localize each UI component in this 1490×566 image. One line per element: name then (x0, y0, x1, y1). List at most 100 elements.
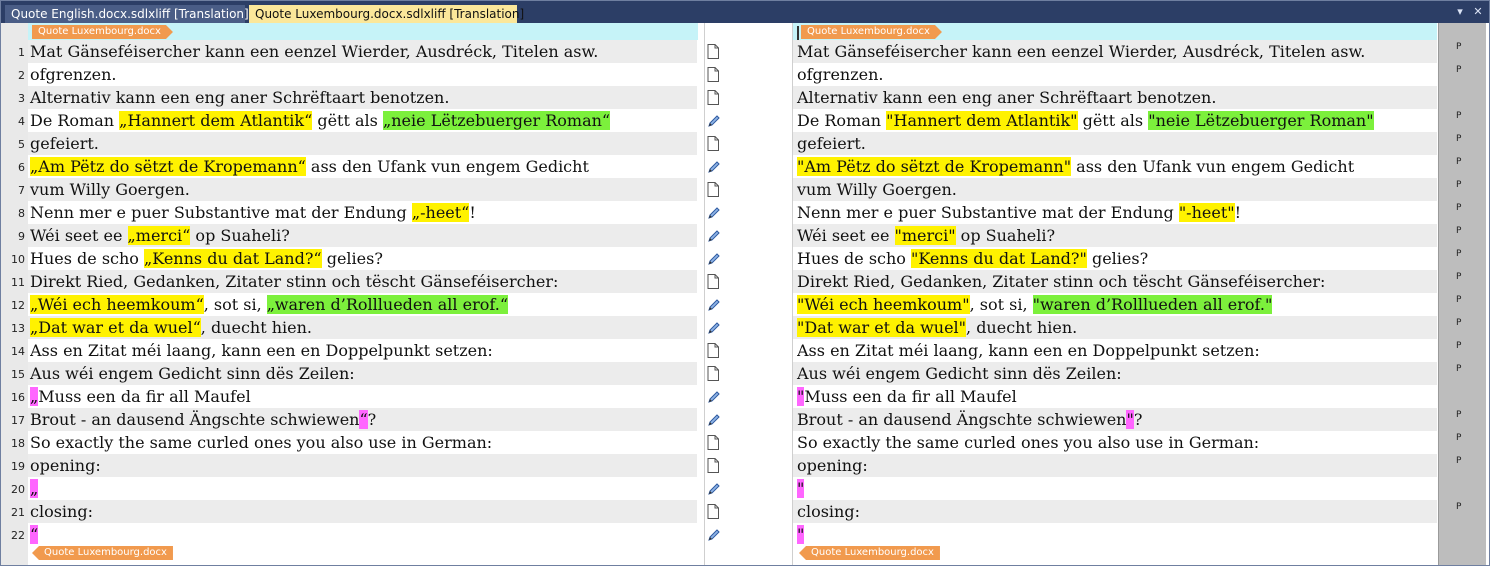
source-segment: Mat Gänseféisercher kann een eenzel Wier… (28, 40, 697, 63)
source-segment: Brout - an dausend Ängschte schwiewen“? (28, 408, 697, 431)
source-segment: Ass en Zitat méi laang, kann een en Dopp… (30, 339, 697, 362)
target-segment[interactable]: Nenn mer e puer Substantive mat der Endu… (797, 201, 1435, 224)
segment-row[interactable]: 14 Ass en Zitat méi laang, kann een en Do… (1, 339, 1489, 362)
target-segment[interactable]: De Roman "Hannert dem Atlantik" gëtt als… (797, 109, 1435, 132)
target-segment[interactable]: closing: (793, 500, 1437, 523)
target-segment[interactable]: So exactly the same curled ones you also… (797, 431, 1435, 454)
segment-text: Nenn mer e puer Substantive mat der Endu… (797, 203, 1179, 222)
segment-row[interactable]: 8 Nenn mer e puer Substantive mat der End… (1, 201, 1489, 224)
tag-placeholder: “ (30, 525, 39, 544)
target-segment[interactable]: "Muss een da fir all Maufel (797, 385, 1435, 408)
segment-row[interactable]: 11 Direkt Ried, Gedanken, Zitater stinn o… (1, 270, 1489, 293)
segment-text: closing: (30, 502, 93, 521)
segment-row[interactable]: 19 opening: opening: P (1, 454, 1489, 477)
target-segment[interactable]: "Wéi ech heemkoum", sot si, "waren d’Rol… (797, 293, 1435, 316)
target-segment[interactable]: Mat Gänseféisercher kann een eenzel Wier… (793, 40, 1437, 63)
target-segment[interactable]: opening: (793, 454, 1437, 477)
quote-highlight: „Dat war et da wuel“ (30, 318, 201, 337)
source-segment: Hues de scho „Kenns du dat Land?“ gelies… (30, 247, 697, 270)
segment-number: 10 (11, 253, 25, 266)
segment-flag: P (1456, 203, 1462, 213)
target-segment[interactable]: " (797, 477, 1435, 500)
edited-status-pencil-icon (707, 481, 721, 496)
segment-text: So exactly the same curled ones you also… (797, 433, 1260, 452)
quote-highlight: "waren d’Rolllueden all erof." (1032, 295, 1273, 314)
document-tab-bar: Quote English.docx.sdlxliff [Translation… (1, 1, 1489, 23)
target-close-file-tag: Quote Luxembourg.docx (799, 546, 940, 560)
tag-placeholder: „ (30, 479, 39, 498)
segment-flag: P (1456, 318, 1462, 328)
segment-row[interactable]: 1 Mat Gänseféisercher kann een eenzel Wie… (1, 40, 1489, 63)
segment-text: Brout - an dausend Ängschte schwiewen (30, 410, 360, 429)
source-segment: closing: (28, 500, 697, 523)
segment-row[interactable]: 13 „Dat war et da wuel“, duecht hien. "Dat… (1, 316, 1489, 339)
target-segment[interactable]: "Am Pëtz do sëtzt de Kropemann" ass den … (797, 155, 1435, 178)
tab-list-dropdown-icon[interactable]: ▾ (1453, 4, 1467, 20)
segment-number: 15 (11, 368, 25, 381)
segment-text: gefeiert. (797, 134, 866, 153)
segment-text: Alternativ kann een eng aner Schrëftaart… (797, 88, 1217, 107)
target-segment[interactable]: Brout - an dausend Ängschte schwiewen"? (793, 408, 1437, 431)
target-segment[interactable]: vum Willy Goergen. (793, 178, 1437, 201)
segment-row[interactable]: 10 Hues de scho „Kenns du dat Land?“ geli… (1, 247, 1489, 270)
segment-row[interactable]: 20 „ " (1, 477, 1489, 500)
target-segment[interactable]: Ass en Zitat méi laang, kann een en Dopp… (797, 339, 1435, 362)
quote-highlight: „neie Lëtzebuerger Roman“ (382, 111, 611, 130)
quote-highlight: „Kenns du dat Land?“ (144, 249, 322, 268)
target-segment[interactable]: ofgrenzen. (797, 63, 1435, 86)
quote-highlight: "Wéi ech heemkoum" (797, 295, 970, 314)
tab-quote-luxembourg[interactable]: Quote Luxembourg.docx.sdlxliff [Translat… (249, 5, 524, 23)
segment-row[interactable]: 21 closing: closing: P (1, 500, 1489, 523)
segment-flag: P (1456, 249, 1462, 259)
target-segment[interactable]: "Dat war et da wuel", duecht hien. (793, 316, 1437, 339)
source-segment: „Dat war et da wuel“, duecht hien. (28, 316, 697, 339)
segment-flag: P (1456, 410, 1462, 420)
segment-row[interactable]: 2 ofgrenzen. ofgrenzen. P (1, 63, 1489, 86)
target-segment[interactable]: gefeiert. (793, 132, 1437, 155)
edited-status-pencil-icon (707, 228, 721, 243)
segment-text: ? (1133, 410, 1143, 429)
segment-text: Direkt Ried, Gedanken, Zitater stinn och… (30, 272, 559, 291)
target-segment[interactable]: Hues de scho "Kenns du dat Land?" gelies… (797, 247, 1435, 270)
unedited-status-page-icon (707, 182, 721, 197)
target-segment[interactable]: Wéi seet ee "merci" op Suaheli? (793, 224, 1437, 247)
segment-row[interactable]: 5 gefeiert. gefeiert. P (1, 132, 1489, 155)
segment-number: 1 (18, 46, 25, 59)
segment-row[interactable]: 16 „Muss een da fir all Maufel "Muss een d… (1, 385, 1489, 408)
quote-highlight: „merci“ (127, 226, 191, 245)
editor-window: Quote English.docx.sdlxliff [Translation… (0, 0, 1490, 566)
target-segment[interactable]: Aus wéi engem Gedicht sinn dës Zeilen: (793, 362, 1437, 385)
segment-text: gefeiert. (30, 134, 99, 153)
tab-quote-english[interactable]: Quote English.docx.sdlxliff [Translation… (5, 5, 249, 23)
segment-number: 8 (18, 207, 25, 220)
segment-row[interactable]: 17 Brout - an dausend Ängschte schwiewen“… (1, 408, 1489, 431)
text-cursor (797, 26, 799, 40)
target-segment[interactable]: Direkt Ried, Gedanken, Zitater stinn och… (793, 270, 1437, 293)
segment-flag: P (1456, 502, 1462, 512)
edited-status-pencil-icon (707, 389, 721, 404)
segment-number: 14 (11, 345, 25, 358)
segment-flag: P (1456, 42, 1462, 52)
tag-placeholder: “ (359, 410, 368, 429)
segment-text: Ass en Zitat méi laang, kann een en Dopp… (30, 341, 493, 360)
segment-row[interactable]: 3 Alternativ kann een eng aner Schrëftaar… (1, 86, 1489, 109)
close-tab-icon[interactable]: ✕ (1471, 4, 1485, 20)
target-segment[interactable]: Alternativ kann een eng aner Schrëftaart… (793, 86, 1437, 109)
segment-row[interactable]: 22 “ " (1, 523, 1489, 546)
segment-number: 21 (11, 506, 25, 519)
segment-row[interactable]: 12 „Wéi ech heemkoum“, sot si, „waren d’R… (1, 293, 1489, 316)
segment-row[interactable]: 9 Wéi seet ee „merci“ op Suaheli? Wéi seet… (1, 224, 1489, 247)
source-segment: „Am Pëtz do sëtzt de Kropemann“ ass den … (30, 155, 697, 178)
segment-row[interactable]: 4 De Roman „Hannert dem Atlantik“ gëtt al… (1, 109, 1489, 132)
segment-text: Wéi seet ee (797, 226, 895, 245)
segment-text: ofgrenzen. (797, 65, 884, 84)
target-segment[interactable]: " (797, 523, 1435, 546)
segment-row[interactable]: 15 Aus wéi engem Gedicht sinn dës Zeilen:… (1, 362, 1489, 385)
edited-status-pencil-icon (707, 251, 721, 266)
segment-row[interactable]: 6 „Am Pëtz do sëtzt de Kropemann“ ass den… (1, 155, 1489, 178)
segment-text: ass den Ufank vun engem Gedicht (305, 157, 589, 176)
segment-row[interactable]: 7 vum Willy Goergen. vum Willy Goergen. P (1, 178, 1489, 201)
segment-flag: P (1456, 433, 1462, 443)
segment-row[interactable]: 18 So exactly the same curled ones you al… (1, 431, 1489, 454)
segment-text: opening: (30, 456, 101, 475)
